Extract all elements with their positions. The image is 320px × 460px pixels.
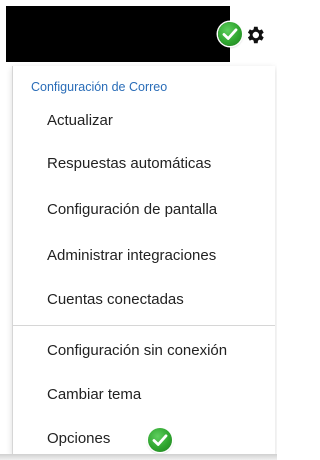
settings-menu: Configuración de Correo Actualizar Respu… xyxy=(12,66,275,454)
gear-icon[interactable] xyxy=(244,24,266,46)
menu-item-configuracion-sin-conexion[interactable]: Configuración sin conexión xyxy=(47,342,227,359)
section-title: Configuración de Correo xyxy=(31,80,168,94)
check-badge-icon xyxy=(148,428,172,452)
menu-item-actualizar[interactable]: Actualizar xyxy=(47,112,113,129)
top-bar xyxy=(0,0,277,66)
check-badge-icon xyxy=(218,22,242,46)
menu-item-cuentas-conectadas[interactable]: Cuentas conectadas xyxy=(47,291,184,308)
menu-item-administrar-integraciones[interactable]: Administrar integraciones xyxy=(47,247,216,264)
bottom-edge xyxy=(0,454,277,460)
redacted-header-area xyxy=(6,6,230,62)
menu-divider xyxy=(13,325,275,326)
menu-item-cambiar-tema[interactable]: Cambiar tema xyxy=(47,386,141,403)
menu-item-opciones[interactable]: Opciones xyxy=(47,430,110,447)
settings-screen: Configuración de Correo Actualizar Respu… xyxy=(0,0,277,460)
menu-item-configuracion-pantalla[interactable]: Configuración de pantalla xyxy=(47,201,217,218)
menu-item-respuestas-automaticas[interactable]: Respuestas automáticas xyxy=(47,155,211,172)
